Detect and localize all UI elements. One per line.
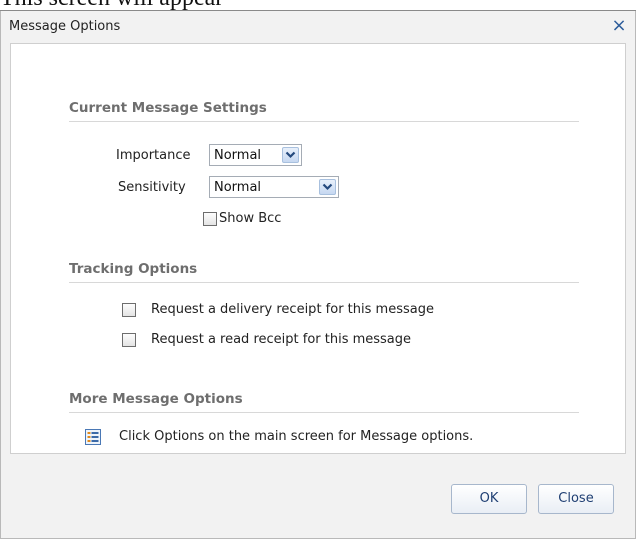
read-receipt-checkbox[interactable] xyxy=(122,333,136,347)
delivery-receipt-checkbox[interactable] xyxy=(122,303,136,317)
dialog-footer: OK Close xyxy=(1,467,635,537)
sensitivity-value: Normal xyxy=(214,180,262,195)
importance-select[interactable]: Normal xyxy=(209,144,302,166)
sensitivity-label: Sensitivity xyxy=(118,180,186,195)
section-header-current-settings: Current Message Settings xyxy=(69,100,267,116)
importance-label: Importance xyxy=(116,148,191,163)
chevron-down-icon[interactable] xyxy=(319,179,336,195)
message-options-dialog: Message Options × Current Message Settin… xyxy=(0,11,636,539)
close-button[interactable]: Close xyxy=(538,484,614,514)
list-options-icon xyxy=(85,429,101,445)
dialog-content: Current Message Settings Importance Norm… xyxy=(10,43,626,454)
dialog-title: Message Options xyxy=(9,19,121,34)
section-divider xyxy=(69,282,579,283)
more-options-info-text: Click Options on the main screen for Mes… xyxy=(119,429,474,444)
importance-value: Normal xyxy=(214,148,262,163)
chevron-down-icon[interactable] xyxy=(282,147,299,163)
ok-button[interactable]: OK xyxy=(451,484,527,514)
section-header-more-options: More Message Options xyxy=(69,391,243,407)
show-bcc-label: Show Bcc xyxy=(219,211,282,226)
sensitivity-select[interactable]: Normal xyxy=(209,176,339,198)
section-divider xyxy=(69,121,579,122)
delivery-receipt-label: Request a delivery receipt for this mess… xyxy=(151,302,434,317)
section-divider xyxy=(69,412,579,413)
section-header-tracking: Tracking Options xyxy=(69,261,198,277)
read-receipt-label: Request a read receipt for this message xyxy=(151,332,412,347)
show-bcc-checkbox[interactable] xyxy=(203,212,217,226)
dialog-titlebar: Message Options × xyxy=(1,11,635,43)
close-icon[interactable]: × xyxy=(610,17,628,35)
